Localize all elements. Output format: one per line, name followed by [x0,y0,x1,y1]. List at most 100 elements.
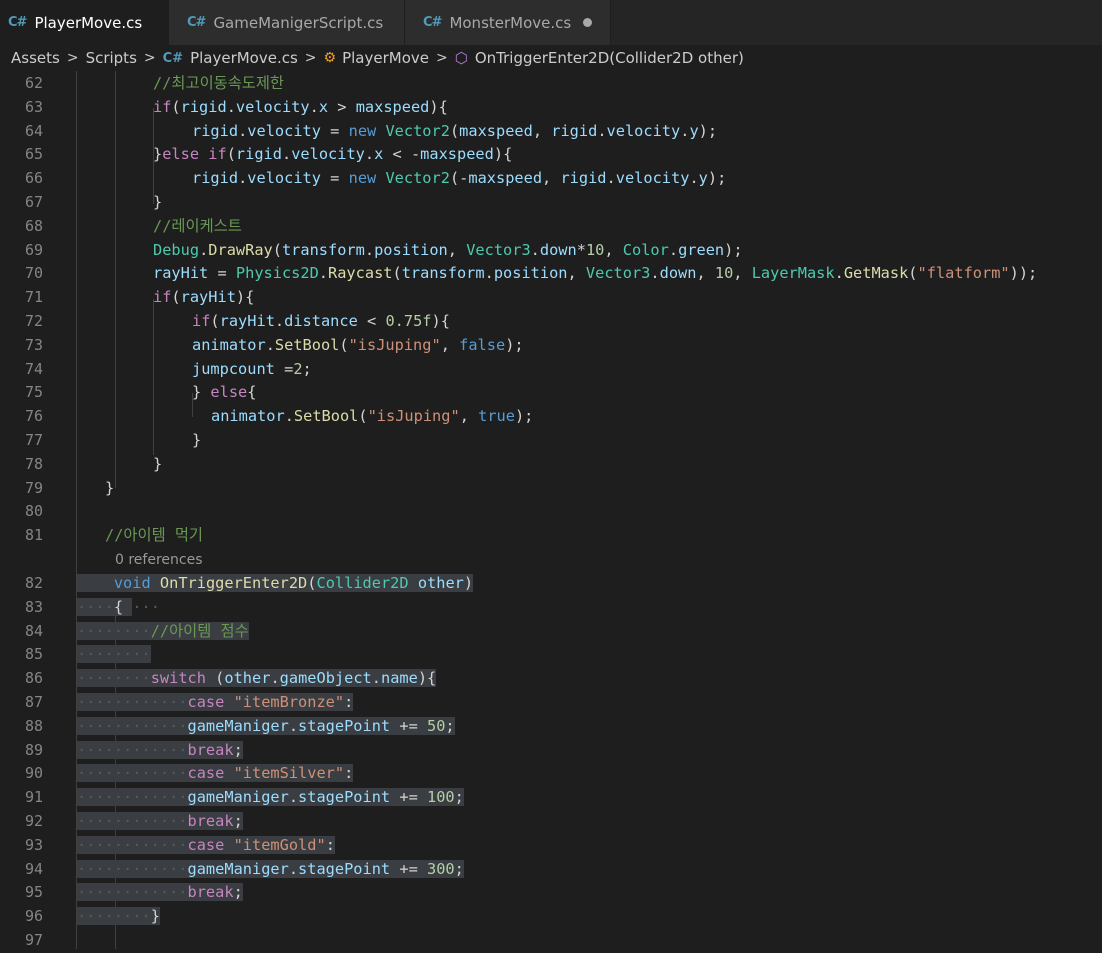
code-line[interactable]: 81 //아이템 먹기 [0,524,1102,548]
code-line[interactable]: 65 }else if(rigid.velocity.x < -maxspeed)… [0,143,1102,167]
code-token: ( [210,312,220,330]
code-token: { [113,597,124,616]
code-line[interactable]: 84 ········//아이템 점수 [0,620,1102,644]
codelens-references[interactable]: 0 references [115,549,203,571]
code-line[interactable]: 91 ············gameManiger.stagePoint += … [0,786,1102,810]
line-number: 92 [24,812,43,830]
breadcrumb-item-file[interactable]: PlayerMove.cs [190,49,298,67]
code-line[interactable]: 78} [0,453,1102,477]
code-line[interactable]: 87 ············case "itemBronze": [0,691,1102,715]
code-token: rigid [192,121,239,140]
code-editor[interactable]: 0 references 62//최고이동속도제한 63 if(rigid.velo… [0,71,1102,949]
code-line[interactable]: 93 ············case "itemGold": [0,834,1102,858]
code-line[interactable]: 74 jumpcount =2; [0,358,1102,382]
breadcrumb-item-method[interactable]: OnTriggerEnter2D(Collider2D other) [475,49,744,67]
code-text: ············gameManiger.stagePoint += 50… [77,715,455,739]
code-token: //아이템 점수 [150,621,249,640]
code-line[interactable]: 77} [0,429,1102,453]
code-token: GetMask [843,264,909,283]
code-line[interactable]: 66 rigid.velocity = new Vector2(-maxspeed… [0,167,1102,191]
tab-gamemanigerscript[interactable]: C# GameManigerScript.cs [169,0,405,45]
code-token: , [532,121,552,140]
code-token: stagePoint [298,788,391,807]
code-line[interactable]: 83 ····{ ··· [0,596,1102,620]
modified-dot-icon[interactable] [583,18,593,27]
code-line[interactable]: 88 ············gameManiger.stagePoint += … [0,715,1102,739]
code-token: , [542,169,561,188]
code-line[interactable]: 72 if(rayHit.distance < 0.75f){ [0,310,1102,334]
code-line[interactable]: 75} else{ [0,381,1102,405]
tab-monstermove[interactable]: C# MonsterMove.cs [405,0,611,45]
code-token: 300 [427,859,455,878]
code-token: += [390,788,427,807]
code-token: ( [171,288,181,307]
code-line[interactable]: 80 [0,500,1102,524]
code-line[interactable]: 68 //레이케스트 [0,215,1102,239]
code-token: if [153,97,172,116]
code-text: //아이템 먹기 [105,524,203,548]
tab-playermove[interactable]: C# PlayerMove.cs [0,0,169,45]
code-token: rigid [180,97,227,116]
code-token: } [105,478,115,497]
code-token: ; [454,859,464,878]
code-text: } [153,453,162,477]
code-token: case [187,764,225,783]
code-line[interactable]: 62 //최고이동속도제한 [0,72,1102,96]
code-token: . [274,312,285,330]
code-token: down [539,240,577,259]
code-token: other [417,574,464,592]
code-line[interactable]: 86 ········switch (other.gameObject.name)… [0,667,1102,691]
code-token: y [698,169,708,188]
line-number: 67 [24,193,43,211]
code-token: rayHit [153,264,209,283]
code-line[interactable]: 89 ············break; [0,739,1102,763]
breadcrumb-item-assets[interactable]: Assets [11,49,60,67]
code-token: 50 [427,716,446,735]
code-text: ····{ ··· [77,596,160,620]
line-number: 78 [24,454,43,473]
code-token: { [247,383,257,402]
line-number: 65 [24,145,43,164]
code-line[interactable]: 82 void OnTriggerEnter2D(Collider2D othe… [0,572,1102,596]
code-token: distance [284,312,358,330]
csharp-icon: C# [8,15,27,30]
code-token: "isJuping" [348,335,441,354]
code-text: ········switch (other.gameObject.name){ [77,667,437,691]
code-token: . [364,240,375,259]
code-text: ········} [77,905,160,929]
code-line[interactable]: 71 if(rayHit){ [0,286,1102,310]
code-token: stagePoint [298,859,391,878]
code-token: 100 [427,788,455,807]
breadcrumb-item-class[interactable]: PlayerMove [342,49,429,67]
code-token: ( [392,264,402,283]
code-line[interactable]: 96 ········} [0,905,1102,929]
code-line[interactable]: 69 Debug.DrawRay(transform.position, Vect… [0,239,1102,263]
code-line[interactable]: 97 [0,929,1102,953]
code-line[interactable]: 94 ············gameManiger.stagePoint += … [0,858,1102,882]
code-line[interactable]: 63 if(rigid.velocity.x > maxspeed){ [0,96,1102,120]
code-line[interactable]: 79} [0,477,1102,501]
code-line[interactable]: 92 ············break; [0,810,1102,834]
code-token: Physics2D [235,264,319,283]
code-token: down [659,264,697,283]
breadcrumb-item-scripts[interactable]: Scripts [86,49,137,67]
code-text: //레이케스트 [153,215,242,239]
code-text: } [105,477,114,501]
code-line[interactable]: 90 ············case "itemSilver": [0,762,1102,786]
csharp-icon: C# [162,50,184,66]
code-line[interactable]: 70 rayHit = Physics2D.Raycast(transform.p… [0,262,1102,286]
code-token: "flatform" [917,264,1010,283]
csharp-icon: C# [423,15,442,30]
code-line[interactable]: 76 animator.SetBool("isJuping", true); [0,405,1102,429]
code-line[interactable]: 67} [0,191,1102,215]
code-token: 2 [293,359,303,378]
code-line[interactable]: 64 rigid.velocity = new Vector2(maxspeed,… [0,120,1102,144]
code-token: ( [205,669,225,688]
code-line[interactable]: 85 ········ [0,643,1102,667]
code-line[interactable]: 95 ············break; [0,881,1102,905]
code-line[interactable]: 73 animator.SetBool("isJuping", false); [0,334,1102,358]
code-text: }else if(rigid.velocity.x < -maxspeed){ [153,143,512,167]
line-number: 76 [24,407,43,426]
